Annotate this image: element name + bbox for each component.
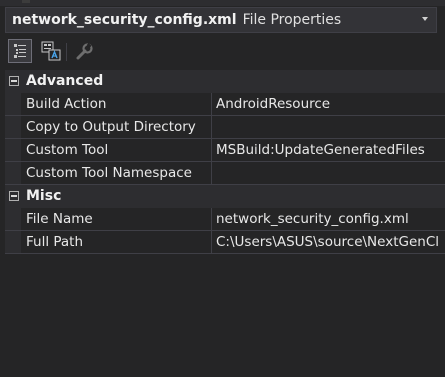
toolbar-separator	[66, 43, 67, 61]
collapse-icon[interactable]	[9, 191, 19, 201]
property-name: Copy to Output Directory	[21, 116, 212, 138]
property-row-file-name[interactable]: File Name network_security_config.xml	[5, 208, 445, 231]
panel-tab-edge	[22, 0, 30, 3]
property-value[interactable]	[212, 162, 445, 184]
property-value[interactable]	[212, 116, 445, 138]
row-gutter	[5, 116, 21, 138]
property-value[interactable]: AndroidResource	[212, 93, 445, 115]
row-gutter	[5, 93, 21, 115]
alphabetical-icon	[41, 41, 61, 61]
category-label: Misc	[26, 188, 62, 204]
property-row-custom-tool[interactable]: Custom Tool MSBuild:UpdateGeneratedFiles	[5, 139, 445, 162]
collapse-icon[interactable]	[9, 76, 19, 86]
property-name: Full Path	[21, 231, 212, 253]
object-selector-dropdown[interactable]: network_security_config.xml File Propert…	[5, 7, 437, 33]
properties-panel: network_security_config.xml File Propert…	[0, 0, 445, 377]
property-value[interactable]: C:\Users\ASUS\source\NextGenCl	[212, 231, 445, 253]
property-value[interactable]: network_security_config.xml	[212, 208, 445, 230]
wrench-icon	[76, 43, 93, 60]
property-name: Custom Tool Namespace	[21, 162, 212, 184]
panel-top-strip	[0, 0, 445, 6]
alphabetical-button[interactable]	[39, 39, 63, 63]
property-row-custom-tool-namespace[interactable]: Custom Tool Namespace	[5, 162, 445, 185]
property-row-copy-to-output[interactable]: Copy to Output Directory	[5, 116, 445, 139]
selected-object-name: network_security_config.xml	[12, 12, 237, 28]
property-pages-button[interactable]	[72, 39, 96, 63]
categorized-button[interactable]	[8, 39, 32, 63]
row-gutter	[5, 208, 21, 230]
dropdown-arrow-icon[interactable]	[422, 17, 428, 21]
categorized-icon	[14, 44, 26, 58]
row-gutter	[5, 162, 21, 184]
property-name: Custom Tool	[21, 139, 212, 161]
property-name: File Name	[21, 208, 212, 230]
selected-object-type: File Properties	[242, 12, 342, 28]
property-name: Build Action	[21, 93, 212, 115]
properties-toolbar	[0, 36, 445, 66]
category-misc[interactable]: Misc	[5, 185, 445, 208]
property-value[interactable]: MSBuild:UpdateGeneratedFiles	[212, 139, 445, 161]
row-gutter	[5, 139, 21, 161]
category-advanced[interactable]: Advanced	[5, 70, 445, 93]
row-gutter	[5, 231, 21, 253]
property-row-full-path[interactable]: Full Path C:\Users\ASUS\source\NextGenCl	[5, 231, 445, 254]
property-row-build-action[interactable]: Build Action AndroidResource	[5, 93, 445, 116]
property-grid: Advanced Build Action AndroidResource Co…	[5, 70, 445, 254]
category-label: Advanced	[26, 73, 104, 89]
